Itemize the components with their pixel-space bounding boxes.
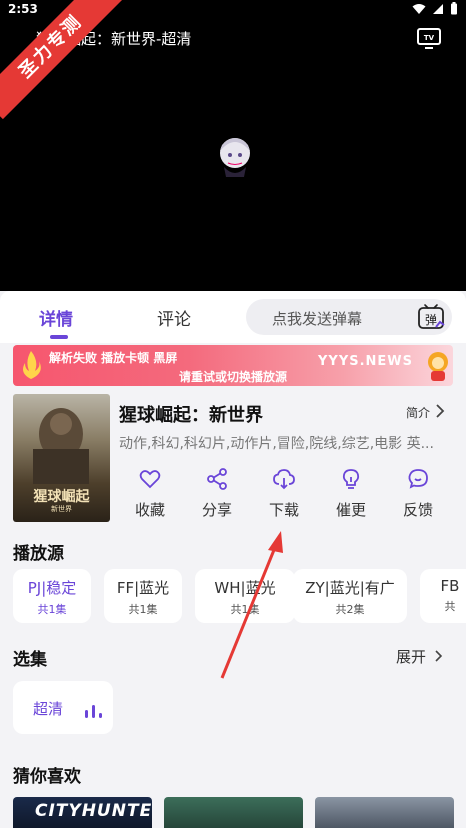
- danmu-placeholder: 点我发送弹幕: [272, 310, 363, 328]
- sources-title: 播放源: [13, 544, 64, 564]
- tabs-bar: 详情 评论 点我发送弹幕 弹: [0, 291, 466, 343]
- episodes-title: 选集: [13, 650, 47, 670]
- episode-item[interactable]: 超清: [13, 681, 113, 734]
- source-name: FB: [440, 577, 460, 595]
- movie-title: 猩球崛起：新世界: [119, 405, 263, 426]
- share-button[interactable]: 分享: [184, 463, 250, 520]
- urge-update-button[interactable]: 催更: [318, 463, 384, 520]
- favorite-button[interactable]: 收藏: [117, 463, 183, 520]
- poster-title: 猩球崛起: [33, 489, 90, 505]
- download-button[interactable]: 下载: [251, 463, 317, 520]
- source-name: FF|蓝光: [116, 579, 170, 597]
- expand-button[interactable]: 展开: [396, 646, 426, 667]
- episode-label: 超清: [33, 700, 64, 718]
- video-player[interactable]: 2:53 猩球崛起：新世界-超清 TV 圣力专测: [0, 0, 466, 291]
- banner-line2: 请重试或切换播放源: [179, 370, 288, 384]
- heart-icon: [139, 470, 161, 489]
- lion-mascot-icon: [428, 352, 448, 381]
- banner-line1: 解析失败 播放卡顿 黑屏: [49, 351, 178, 365]
- source-name: WH|蓝光: [214, 579, 276, 597]
- share-icon: [207, 468, 227, 490]
- recommend-title: 猜你喜欢: [13, 767, 81, 787]
- source-item[interactable]: FF|蓝光 共1集: [104, 569, 182, 623]
- loading-mascot-icon: [220, 138, 250, 177]
- source-name: ZY|蓝光|有广: [305, 579, 395, 597]
- flame-icon: [23, 351, 41, 379]
- source-count: 共1集: [37, 603, 67, 616]
- tab-detail[interactable]: 详情: [39, 305, 73, 330]
- source-count: 共2集: [335, 603, 365, 616]
- download-label: 下载: [268, 501, 299, 519]
- tv-cast-icon[interactable]: TV: [416, 26, 442, 50]
- urge-update-label: 催更: [335, 501, 366, 519]
- sources-list: PJ|稳定 共1集 FF|蓝光 共1集 WH|蓝光 共1集 ZY|蓝光|有广 共…: [13, 569, 466, 623]
- source-name: PJ|稳定: [27, 579, 77, 597]
- battery-icon: [451, 2, 457, 15]
- playing-equalizer-icon: [85, 705, 102, 718]
- chevron-right-icon[interactable]: [434, 402, 446, 420]
- intro-link[interactable]: 简介: [406, 404, 430, 421]
- wifi-icon: [412, 3, 426, 14]
- recommend-item[interactable]: CITYHUNTER: [13, 797, 152, 828]
- poster-subtitle: 新世界: [51, 505, 72, 513]
- feedback-button[interactable]: 反馈: [385, 463, 451, 520]
- poster-art-icon: [33, 408, 89, 484]
- status-time: 2:53: [8, 2, 38, 16]
- download-icon: [273, 469, 295, 490]
- svg-text:TV: TV: [424, 34, 435, 42]
- danmu-input[interactable]: 点我发送弹幕 弹: [246, 299, 452, 335]
- feedback-icon: [408, 469, 428, 489]
- action-row: 收藏 分享 下载 催更 反馈: [117, 463, 457, 523]
- source-item[interactable]: FB 共: [420, 569, 466, 623]
- source-item[interactable]: WH|蓝光 共1集: [195, 569, 295, 623]
- promo-banner[interactable]: 解析失败 播放卡顿 黑屏 请重试或切换播放源 YYYS.NEWS: [13, 345, 453, 386]
- source-count: 共1集: [128, 603, 158, 616]
- feedback-label: 反馈: [402, 501, 433, 519]
- danmu-send-icon[interactable]: 弹: [416, 302, 446, 332]
- signal-icon: [433, 3, 443, 14]
- tab-comment[interactable]: 评论: [157, 305, 191, 330]
- movie-poster[interactable]: 猩球崛起 新世界: [13, 394, 110, 522]
- favorite-label: 收藏: [134, 501, 165, 519]
- source-count: 共: [444, 600, 456, 613]
- banner-site: YYYS.NEWS: [318, 354, 414, 369]
- svg-text:弹: 弹: [425, 313, 437, 327]
- movie-genres: 动作,科幻,科幻片,动作片,冒险,院线,综艺,电影 英...: [119, 436, 434, 452]
- recommend-item-label: CITYHUNTER: [35, 801, 152, 821]
- recommend-item[interactable]: [315, 797, 454, 828]
- source-item[interactable]: PJ|稳定 共1集: [13, 569, 91, 623]
- tab-active-indicator: [50, 335, 68, 339]
- source-count: 共1集: [230, 603, 260, 616]
- chevron-right-icon[interactable]: [434, 648, 444, 664]
- recommend-list: CITYHUNTER: [13, 797, 466, 828]
- source-item[interactable]: ZY|蓝光|有广 共2集: [293, 569, 407, 623]
- share-label: 分享: [201, 501, 232, 519]
- recommend-item[interactable]: [164, 797, 303, 828]
- bulb-icon: [342, 469, 360, 489]
- system-icons: [412, 2, 458, 15]
